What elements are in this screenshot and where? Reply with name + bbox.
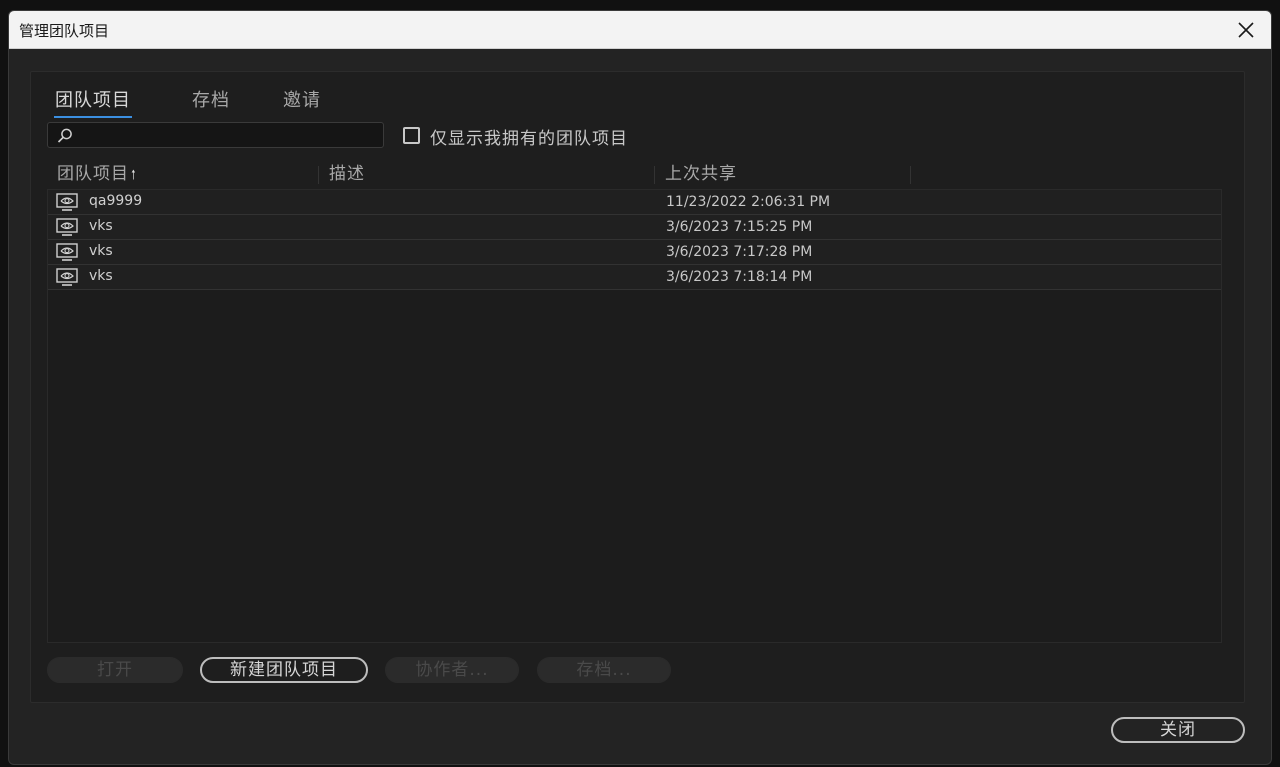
new-team-project-button[interactable]: 新建团队项目 — [200, 657, 368, 683]
project-last-shared: 3/6/2023 7:15:25 PM — [666, 219, 813, 235]
close-button[interactable]: 关闭 — [1111, 717, 1245, 743]
column-header-description[interactable]: 描述 — [319, 162, 655, 188]
manage-team-projects-dialog: 管理团队项目 团队项目 存档 邀请 仅显示我拥有的团队项目 团队项目🠑 描述 — [8, 10, 1272, 765]
column-separator — [910, 166, 911, 184]
project-name: vks — [89, 243, 113, 259]
title-bar: 管理团队项目 — [9, 11, 1271, 49]
table-row[interactable]: vks 3/6/2023 7:17:28 PM — [48, 240, 1221, 265]
column-headers: 团队项目 🠑 描述 上次共享 — [47, 162, 1222, 188]
close-icon[interactable] — [1233, 17, 1259, 43]
dialog-title: 管理团队项目 — [19, 22, 110, 40]
tab-invites[interactable]: 邀请 — [283, 86, 321, 112]
project-last-shared: 11/23/2022 2:06:31 PM — [666, 194, 831, 210]
search-icon — [56, 127, 74, 145]
column-header-label: 上次共享 — [665, 164, 737, 184]
checkbox-square[interactable] — [403, 127, 420, 144]
tab-archive[interactable]: 存档 — [192, 86, 230, 112]
project-name: vks — [89, 218, 113, 234]
column-header-label: 描述 — [329, 164, 365, 184]
sort-ascending-icon: 🠑 — [131, 168, 137, 183]
only-mine-label: 仅显示我拥有的团队项目 — [430, 129, 628, 149]
team-project-icon — [56, 193, 78, 212]
team-project-icon — [56, 268, 78, 287]
tab-team-projects[interactable]: 团队项目 — [54, 86, 132, 118]
team-project-icon — [56, 243, 78, 262]
project-last-shared: 3/6/2023 7:17:28 PM — [666, 244, 813, 260]
project-last-shared: 3/6/2023 7:18:14 PM — [666, 269, 813, 285]
project-name: qa9999 — [89, 193, 143, 209]
content-panel: 团队项目 存档 邀请 仅显示我拥有的团队项目 团队项目 🠑 描述 上次共享 qa… — [30, 71, 1245, 703]
search-box — [47, 122, 384, 148]
column-header-label: 团队项目 — [57, 164, 129, 184]
project-name: vks — [89, 268, 113, 284]
search-input[interactable] — [78, 125, 378, 145]
table-row[interactable]: qa9999 11/23/2022 2:06:31 PM — [48, 190, 1221, 215]
team-project-icon — [56, 218, 78, 237]
table-row[interactable]: vks 3/6/2023 7:15:25 PM — [48, 215, 1221, 240]
column-header-last-shared[interactable]: 上次共享 — [655, 162, 911, 188]
column-header-team-project[interactable]: 团队项目 🠑 — [47, 162, 319, 188]
team-project-list: qa9999 11/23/2022 2:06:31 PM vks 3/6/202… — [47, 189, 1222, 643]
collaborators-button[interactable]: 协作者... — [385, 657, 519, 683]
table-row[interactable]: vks 3/6/2023 7:18:14 PM — [48, 265, 1221, 290]
archive-button[interactable]: 存档... — [537, 657, 671, 683]
open-button[interactable]: 打开 — [47, 657, 183, 683]
